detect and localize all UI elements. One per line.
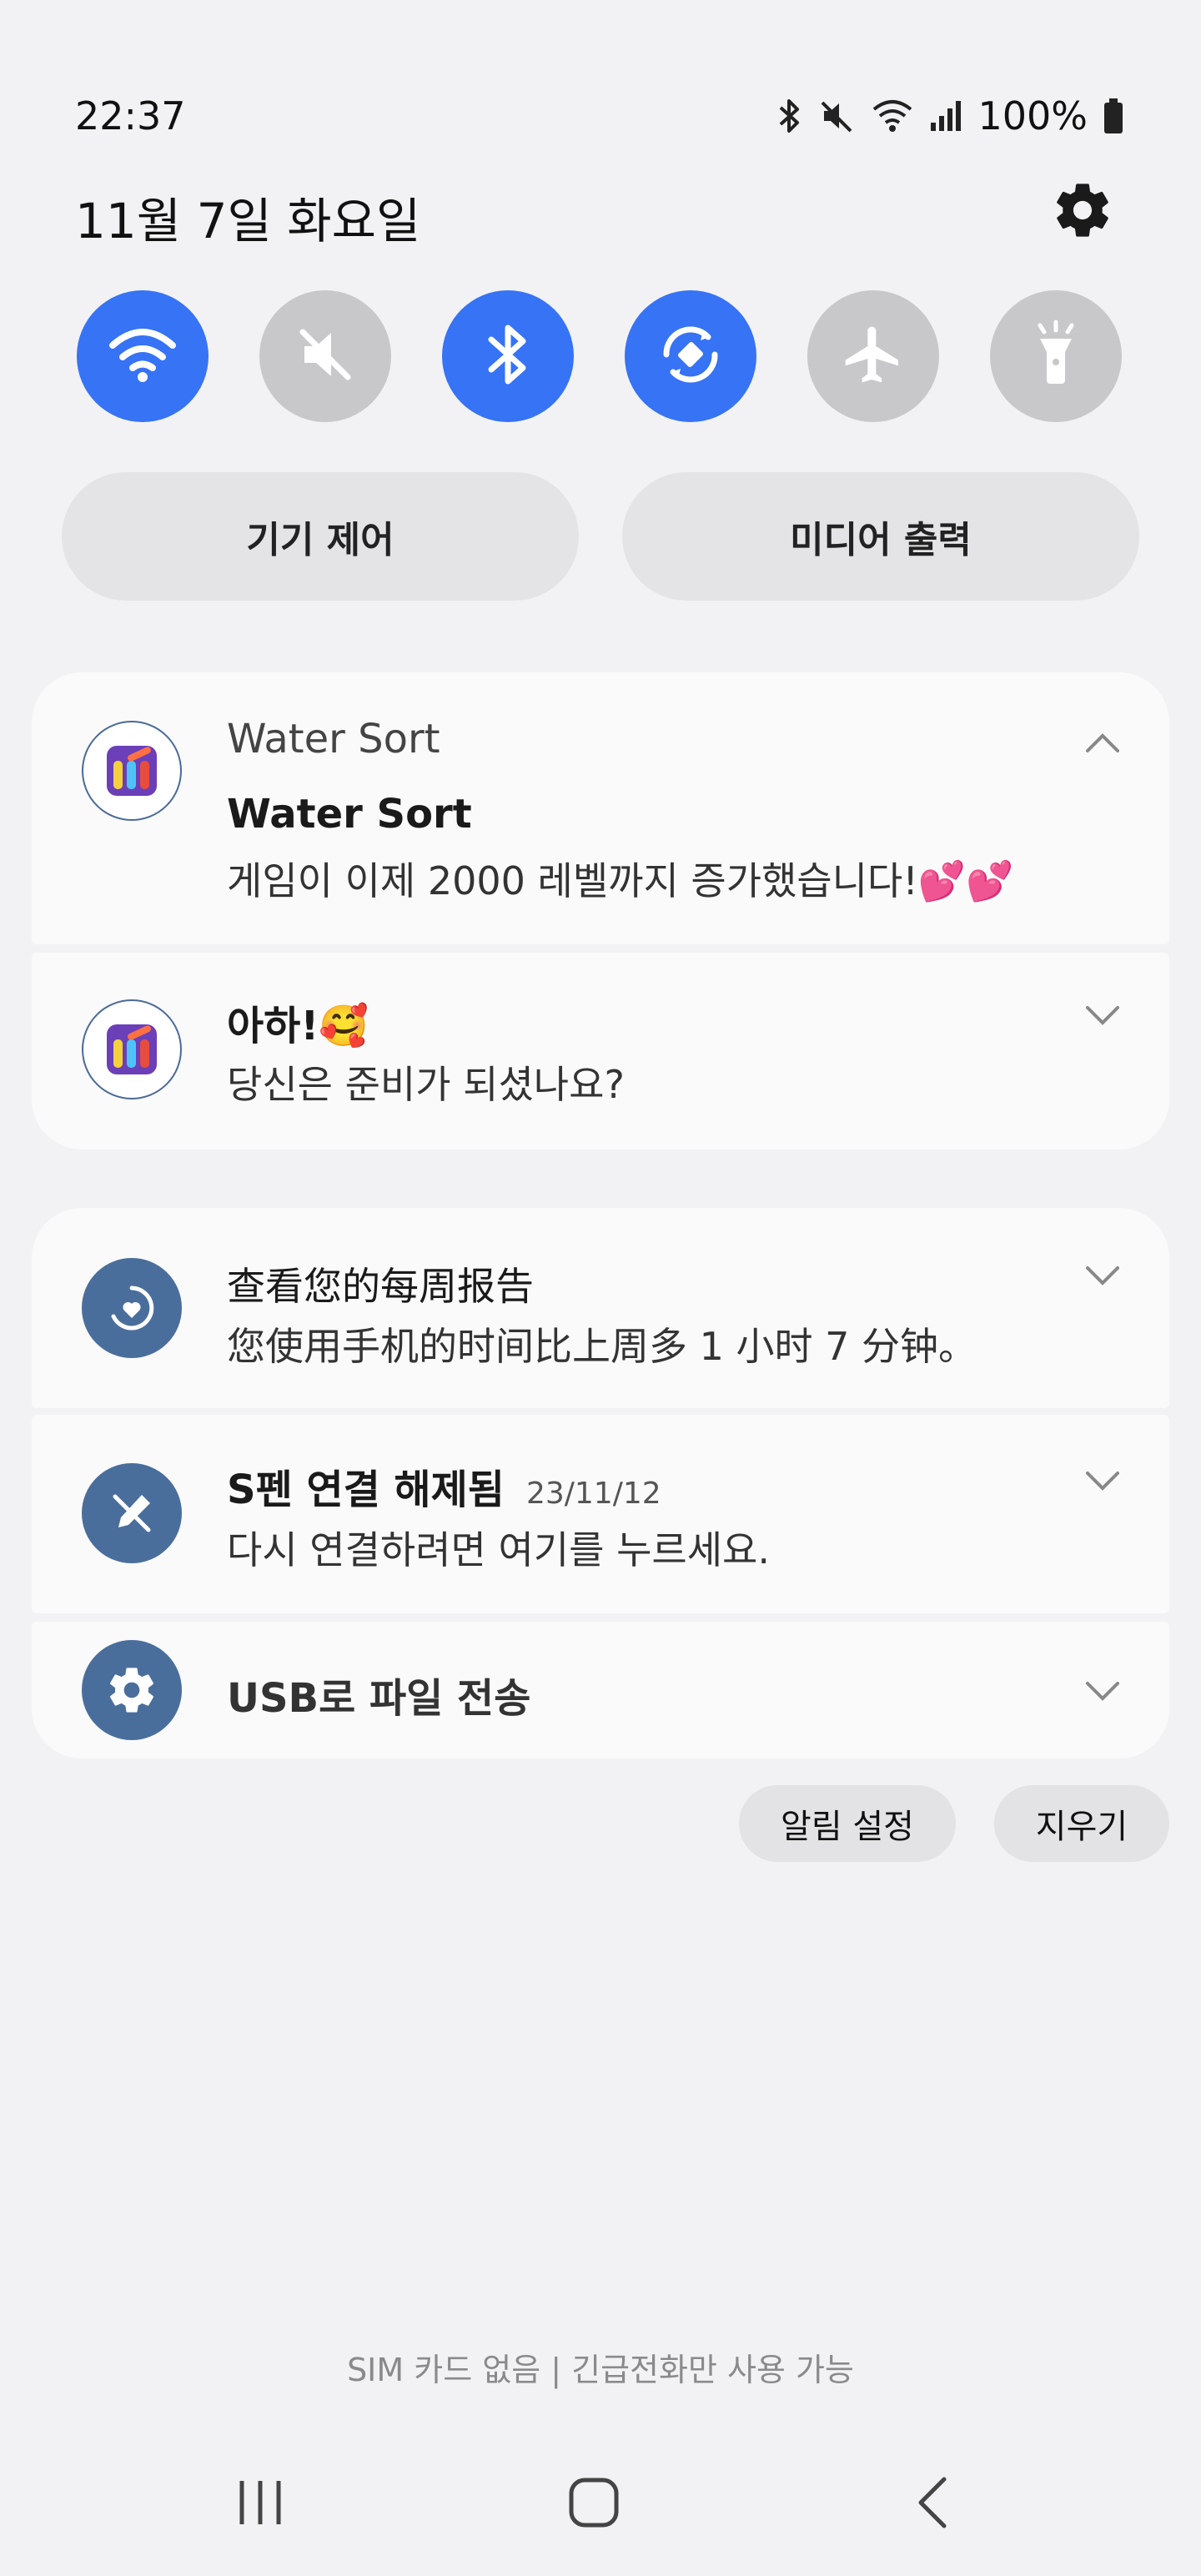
chevron-down-icon[interactable] bbox=[1084, 1265, 1121, 1291]
status-time: 22:37 bbox=[75, 93, 186, 138]
clear-button[interactable]: 지우기 bbox=[994, 1785, 1169, 1862]
chevron-down-icon[interactable] bbox=[1084, 1470, 1121, 1497]
media-output-button[interactable]: 미디어 출력 bbox=[622, 472, 1139, 601]
date-label: 11월 7일 화요일 bbox=[75, 193, 421, 249]
notification-title: USB로 파일 전송 bbox=[227, 1675, 531, 1722]
app-name: Water Sort bbox=[227, 716, 440, 762]
usb-settings-icon bbox=[82, 1640, 182, 1740]
bluetooth-icon bbox=[776, 98, 804, 134]
notification-spen[interactable]: S펜 연결 해제됨 23/11/12 다시 연결하려면 여기를 누르세요. bbox=[32, 1415, 1169, 1613]
water-sort-app-icon bbox=[82, 721, 182, 821]
notification-time: 23/11/12 bbox=[525, 1477, 661, 1511]
auto-rotate-toggle[interactable] bbox=[625, 290, 756, 422]
notification-body: 您使用手机的时间比上周多 1 小时 7 分钟。 bbox=[227, 1324, 977, 1369]
notification-aha[interactable]: 아하!🥰 당신은 준비가 되셨나요? bbox=[32, 953, 1169, 1150]
notification-weekly-report[interactable]: 查看您的每周报告 您使用手机的时间比上周多 1 小时 7 分钟。 bbox=[32, 1208, 1169, 1408]
sound-toggle[interactable] bbox=[259, 290, 391, 422]
spen-icon bbox=[82, 1463, 182, 1563]
notification-title: Water Sort bbox=[227, 791, 472, 838]
bluetooth-toggle[interactable] bbox=[442, 290, 574, 422]
notification-header: S펜 연결 해제됨 23/11/12 bbox=[227, 1457, 661, 1515]
gear-icon[interactable] bbox=[1051, 179, 1114, 242]
rotate-icon bbox=[655, 319, 726, 394]
wellbeing-icon bbox=[82, 1258, 182, 1358]
wifi-icon bbox=[871, 98, 914, 134]
notification-usb[interactable]: USB로 파일 전송 bbox=[32, 1622, 1169, 1758]
notification-body: 다시 연결하려면 여기를 누르세요. bbox=[227, 1527, 770, 1572]
flashlight-toggle[interactable] bbox=[990, 290, 1122, 422]
airplane-icon bbox=[840, 321, 907, 391]
airplane-toggle[interactable] bbox=[807, 290, 939, 422]
back-button[interactable] bbox=[912, 2476, 952, 2533]
notification-title: S펜 연결 해제됨 bbox=[227, 1467, 505, 1513]
notification-body: 당신은 준비가 되셨나요? bbox=[227, 1062, 625, 1107]
flashlight-icon bbox=[1027, 319, 1085, 394]
sim-status: SIM 카드 없음 | 긴급전화만 사용 가능 bbox=[347, 2352, 854, 2388]
wifi-icon bbox=[108, 325, 178, 387]
notification-settings-button[interactable]: 알림 설정 bbox=[739, 1785, 956, 1862]
bluetooth-icon bbox=[485, 321, 531, 391]
battery-percent: 100% bbox=[977, 93, 1088, 138]
signal-icon bbox=[929, 98, 962, 134]
device-control-button[interactable]: 기기 제어 bbox=[62, 472, 579, 601]
battery-icon bbox=[1103, 97, 1124, 135]
recent-apps-button[interactable] bbox=[234, 2478, 287, 2531]
chevron-down-icon[interactable] bbox=[1084, 1680, 1121, 1707]
notification-title: 查看您的每周报告 bbox=[227, 1264, 534, 1309]
status-icons: 100% bbox=[776, 93, 1124, 138]
notification-water-sort[interactable]: Water Sort Water Sort 게임이 이제 2000 레벨까지 증… bbox=[32, 672, 1169, 944]
chevron-down-icon[interactable] bbox=[1084, 1004, 1121, 1031]
notification-title: 아하!🥰 bbox=[227, 1003, 369, 1049]
notification-body: 게임이 이제 2000 레벨까지 증가했습니다!💕💕 bbox=[227, 858, 1014, 903]
water-sort-app-icon bbox=[82, 999, 182, 1099]
wifi-toggle[interactable] bbox=[77, 290, 209, 422]
mute-icon bbox=[819, 98, 856, 134]
home-button[interactable] bbox=[567, 2476, 621, 2533]
chevron-up-icon[interactable] bbox=[1084, 731, 1121, 757]
mute-icon bbox=[294, 324, 356, 389]
